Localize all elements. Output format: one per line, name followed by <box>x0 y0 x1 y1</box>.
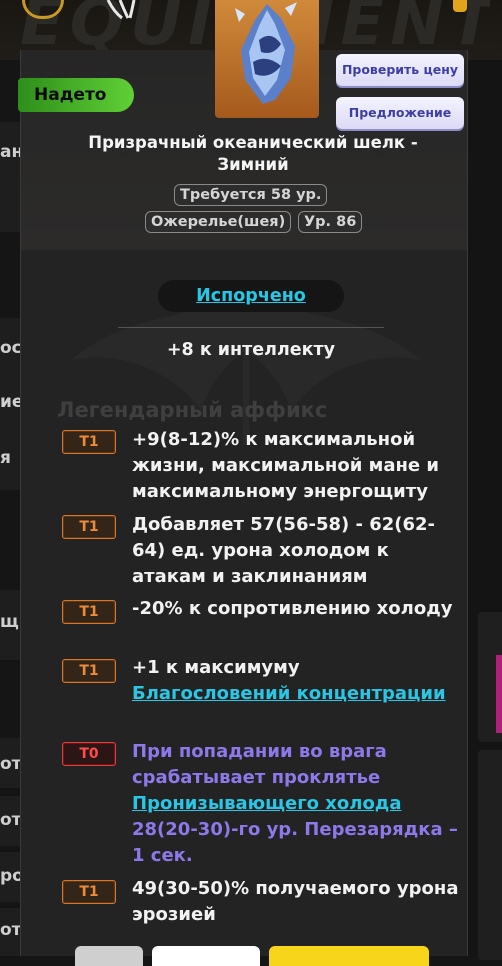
pink-accent <box>496 655 502 733</box>
bg-left-row[interactable]: ан <box>0 122 20 232</box>
bg-left-label: ан <box>0 142 20 162</box>
tier-badge: T1 <box>62 880 116 904</box>
divider <box>118 327 384 328</box>
concentration-blessing-link[interactable]: Благословений концентрации <box>132 683 446 704</box>
bg-left-label: от <box>0 920 20 940</box>
affix-text-part: 28(20-30)-го ур. Перезарядка – 1 сек. <box>132 819 458 866</box>
bg-left-label: рот <box>0 866 20 886</box>
tier-badge: T1 <box>62 600 116 624</box>
bg-left-row[interactable]: от <box>0 796 20 846</box>
corrupted-link[interactable]: Испорчено <box>158 280 344 312</box>
frost-necklace-icon <box>215 0 319 118</box>
gold-badge-icon <box>453 0 467 12</box>
tier-badge: T1 <box>62 515 116 539</box>
affix-text: +9(8-12)% к максимальной жизни, максимал… <box>132 429 439 502</box>
piercing-cold-link[interactable]: Пронизывающего холода <box>132 793 402 814</box>
bottom-button-white[interactable] <box>152 946 260 966</box>
bg-left-row[interactable]: щ <box>0 590 20 660</box>
level-requirement: Требуется 58 ур. <box>174 184 328 206</box>
bg-left-row[interactable]: от <box>0 908 20 956</box>
tier-badge: T1 <box>62 659 116 683</box>
claw-icon <box>106 0 136 20</box>
affix-text: При попадании во врага срабатывает прокл… <box>132 739 462 869</box>
affix-text: 49(30-50)% получаемого урона эрозией <box>132 878 459 925</box>
equipped-badge: Надето <box>18 78 134 112</box>
bottom-button-gray[interactable] <box>75 946 143 966</box>
affix-text: -20% к сопротивлению холоду <box>132 598 453 619</box>
affix-text: Добавляет 57(56-58) - 62(62-64) ед. урон… <box>132 514 436 587</box>
bg-left-label: ие <box>0 392 20 412</box>
bg-left-label: щ <box>0 612 19 632</box>
affix-text-part: При попадании во врага срабатывает прокл… <box>132 741 387 788</box>
item-slot: Ожерелье(шея) <box>145 211 292 233</box>
bottom-button-yellow[interactable] <box>269 946 429 966</box>
affix-text-part: +1 к максимуму <box>132 657 300 678</box>
bg-left-row[interactable]: от <box>0 738 20 788</box>
tier-badge: T0 <box>62 742 116 766</box>
item-level: Ур. 86 <box>298 211 363 233</box>
item-name: Призрачный океанический шелк - Зимний <box>88 133 418 174</box>
bg-left-label: я <box>0 448 11 468</box>
right-background-slot[interactable] <box>478 750 502 960</box>
affix-text: +1 к максимуму Благословений концентраци… <box>132 655 462 707</box>
check-price-button[interactable]: Проверить цену <box>336 54 464 86</box>
tier-badge: T1 <box>62 430 116 454</box>
bg-left-row[interactable]: рот <box>0 852 20 902</box>
legendary-affix-header: Легендарный аффикс <box>57 398 328 422</box>
implicit-affix: +8 к интеллекту <box>166 340 336 360</box>
bg-left-label: ост <box>0 338 20 358</box>
bg-left-row[interactable]: я <box>0 430 20 490</box>
bg-left-label: от <box>0 810 20 830</box>
bg-left-label: от <box>0 754 20 774</box>
offer-button[interactable]: Предложение <box>336 97 464 129</box>
